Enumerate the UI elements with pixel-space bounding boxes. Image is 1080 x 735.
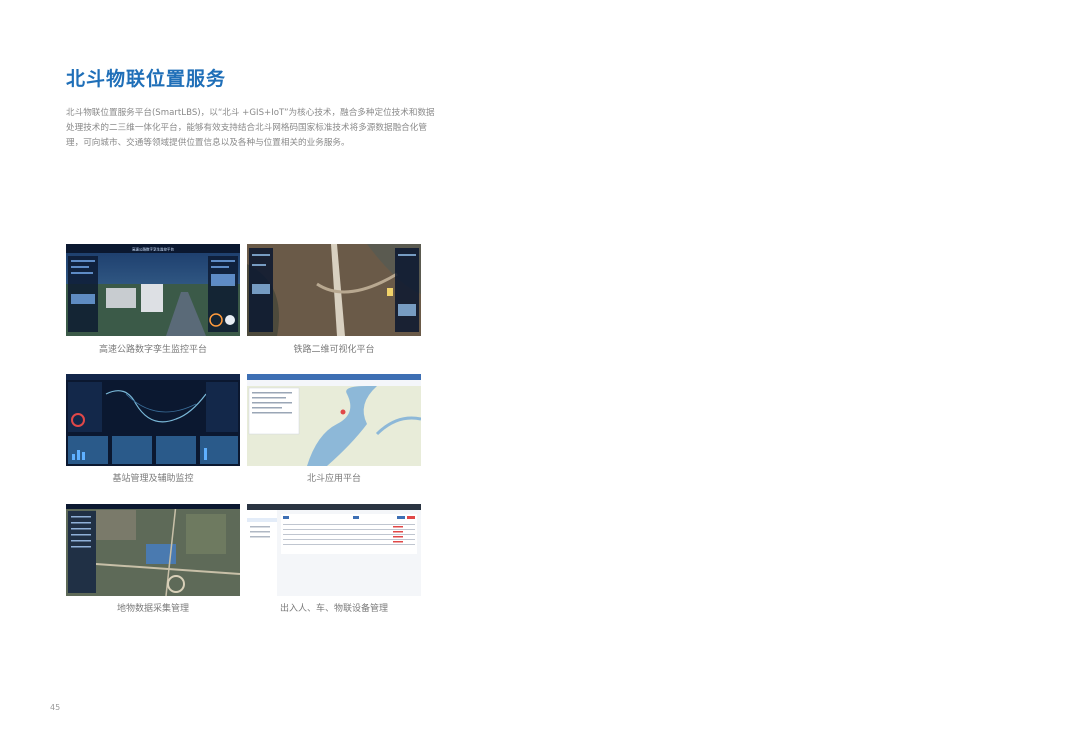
screenshot-data-collection (66, 504, 240, 596)
screenshot-base-station (66, 374, 240, 466)
highway-screen-header: 高速公路数字孪生监控平台 (132, 247, 174, 252)
page-title: 北斗物联位置服务 (66, 68, 227, 90)
caption-beidou-app: 北斗应用平台 (306, 474, 361, 484)
screenshot-highway-digital-twin: 高速公路数字孪生监控平台 (66, 244, 240, 336)
caption-data-collection: 地物数据采集管理 (116, 604, 189, 614)
caption-railway-2d: 铁路二维可视化平台 (293, 345, 375, 355)
screenshot-device-management (247, 504, 421, 596)
caption-highway-digital-twin: 高速公路数字孪生监控平台 (98, 345, 207, 355)
page-number: 45 (50, 703, 61, 712)
intro-paragraph: 北斗物联位置服务平台(SmartLBS)，以“北斗 +GIS+IoT”为核心技术… (66, 108, 435, 148)
caption-device-management: 出入人、车、物联设备管理 (279, 604, 388, 614)
screenshot-railway-2d (247, 244, 421, 336)
screenshot-beidou-app (247, 374, 421, 466)
caption-base-station: 基站管理及辅助监控 (112, 474, 194, 484)
